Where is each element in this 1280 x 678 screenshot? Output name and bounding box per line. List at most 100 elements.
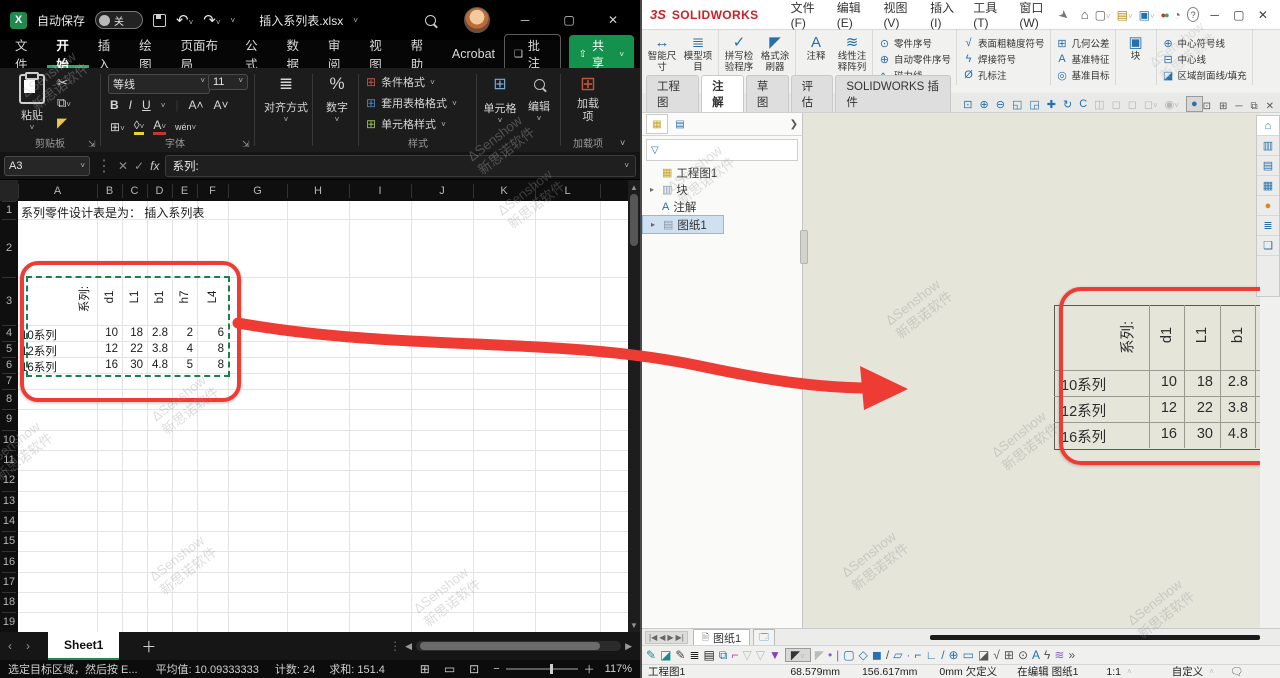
row-header-4[interactable]: 4: [0, 325, 18, 341]
addins-button[interactable]: ⊞ 加载项: [566, 73, 610, 123]
sw-menu-视图(V)[interactable]: 视图(V): [883, 0, 914, 30]
sheet-tab-sheet1-sw[interactable]: 🗎 图纸1: [693, 629, 750, 645]
redraw-icon[interactable]: C: [1079, 98, 1087, 110]
tree-item-图纸1[interactable]: ▸▤图纸1: [642, 215, 724, 234]
surface-check-icon[interactable]: √: [993, 649, 1000, 661]
row-header-5[interactable]: 5: [0, 341, 18, 357]
sw-button-孔标注[interactable]: Ø孔标注: [962, 68, 1045, 82]
diagonal-line-icon[interactable]: /: [886, 649, 889, 661]
sw-menu-窗口(W)[interactable]: 窗口(W): [1019, 0, 1052, 30]
view-cube-iso-icon[interactable]: ◻: [1128, 98, 1137, 111]
column-header-K[interactable]: K: [473, 180, 535, 201]
sw-tab-SOLIDWORKS 插件[interactable]: SOLIDWORKS 插件: [835, 75, 951, 112]
open-icon[interactable]: ▤˅: [1117, 8, 1133, 22]
column-header-A[interactable]: A: [18, 180, 97, 201]
sheet-nav-buttons[interactable]: |◀◀▶▶|: [645, 631, 688, 644]
sw-menu-插入(I)[interactable]: 插入(I): [930, 0, 957, 30]
column-header-D[interactable]: D: [147, 180, 172, 201]
redo-icon[interactable]: ↷˅: [203, 11, 220, 29]
borders-icon[interactable]: ⊞˅: [110, 120, 125, 134]
copy-icon[interactable]: ⧉˅: [57, 96, 71, 109]
row-header-16[interactable]: 16: [0, 551, 18, 571]
row-header-15[interactable]: 15: [0, 531, 18, 551]
scroll-up-icon[interactable]: ▲: [628, 180, 640, 192]
status-scale[interactable]: 1:1: [1106, 666, 1121, 678]
sw-button-零件序号[interactable]: ⊙零件序号: [878, 36, 951, 50]
vertical-scrollbar[interactable]: ▲ ▼: [628, 180, 640, 632]
paste-button[interactable]: 粘贴 ˅: [12, 74, 52, 132]
rotate-view-icon[interactable]: ↻: [1063, 98, 1072, 111]
gtol-frame-icon[interactable]: ⊞: [1004, 649, 1014, 661]
font-dialog-launcher-icon[interactable]: ⇲: [242, 139, 250, 150]
view-palette-icon[interactable]: ▦: [1257, 176, 1279, 196]
sw-button-线性注释阵列[interactable]: ≋线性注释阵列: [837, 34, 867, 81]
doc-minimize-icon[interactable]: ─: [1235, 101, 1242, 112]
column-header-H[interactable]: H: [287, 180, 349, 201]
scroll-down-icon[interactable]: ▼: [628, 621, 640, 630]
style-button-0[interactable]: ⊞条件格式˅: [366, 74, 457, 90]
sw-menu-文件(F)[interactable]: 文件(F): [791, 0, 821, 30]
doc-prev-icon[interactable]: ⊡: [1203, 101, 1211, 112]
sw-button-拼写检验程序[interactable]: ✓拼写检验程序: [724, 34, 754, 81]
sw-button-基准目标[interactable]: ◎基准目标: [1056, 68, 1110, 82]
ribbon-tab-数据[interactable]: 数据: [277, 40, 318, 68]
appearances-icon[interactable]: ●: [1257, 196, 1279, 216]
row-header-7[interactable]: 7: [0, 373, 18, 389]
weld-bead-icon[interactable]: ϟ: [1044, 649, 1050, 661]
row-header-9[interactable]: 9: [0, 409, 18, 429]
doc-next-icon[interactable]: ⊞: [1219, 101, 1227, 112]
prev-sheet-icon[interactable]: ‹: [8, 639, 12, 653]
undo-icon[interactable]: ↶˅: [176, 11, 193, 29]
zoom-level[interactable]: 117%: [605, 663, 632, 675]
help-icon[interactable]: ?: [1187, 7, 1200, 22]
design-library-icon[interactable]: ▥: [1257, 136, 1279, 156]
row-header-6[interactable]: 6: [0, 357, 18, 373]
sw-tab-注解[interactable]: 注解: [701, 75, 744, 112]
ribbon-tab-开始[interactable]: 开始: [47, 40, 88, 68]
ribbon-tab-审阅[interactable]: 审阅: [319, 40, 360, 68]
page-layout-view-icon[interactable]: ▭: [444, 662, 455, 676]
next-sheet-icon[interactable]: ›: [26, 639, 30, 653]
more-chevron-icon[interactable]: »: [1068, 649, 1075, 661]
formula-input[interactable]: 系列:˅: [165, 155, 636, 177]
filter-dim2-icon[interactable]: ▽: [756, 649, 765, 661]
doc-close-icon[interactable]: ✕: [1266, 101, 1274, 112]
ribbon-tab-绘图[interactable]: 绘图: [130, 40, 171, 68]
row-header-19[interactable]: 19: [0, 612, 18, 632]
filter-dim1-icon[interactable]: ▽: [742, 649, 751, 661]
zoom-out-button[interactable]: −: [493, 663, 499, 675]
file-explorer-icon[interactable]: ▤: [1257, 156, 1279, 176]
close-button[interactable]: ✕: [596, 0, 630, 40]
column-header-L[interactable]: L: [535, 180, 600, 201]
alignment-button[interactable]: ≣ 对齐方式˅: [262, 74, 310, 124]
sw-button-基准特征[interactable]: A基准特征: [1056, 52, 1110, 66]
sw-button-中心线[interactable]: ⊟中心线: [1162, 52, 1247, 66]
pan-icon[interactable]: ✚: [1047, 98, 1056, 111]
column-header-I[interactable]: I: [349, 180, 411, 201]
zoom-fit-icon[interactable]: ⊡: [963, 98, 972, 111]
home-icon[interactable]: ⌂: [1257, 116, 1279, 136]
vscroll-thumb[interactable]: [630, 194, 638, 246]
rhombus-icon[interactable]: ◇: [859, 649, 868, 661]
line-color-icon[interactable]: ✎: [646, 649, 656, 661]
tree-filter-box[interactable]: ▽: [646, 139, 798, 161]
line-eraser-icon[interactable]: ◪: [660, 649, 671, 661]
fill-color-icon[interactable]: ◊˅: [134, 118, 145, 135]
magnifier-icon[interactable]: ⊙: [1018, 649, 1028, 661]
insert-function-icon[interactable]: fx: [150, 159, 159, 173]
decrease-font-icon[interactable]: A˅: [214, 98, 229, 112]
sw-button-格式涂刷器[interactable]: ◤格式涂刷器: [760, 34, 790, 81]
panel-splitter-handle[interactable]: [800, 230, 808, 264]
avatar[interactable]: [464, 7, 490, 33]
panel-expand-icon[interactable]: ❯: [790, 119, 798, 130]
sw-button-注释[interactable]: A注释: [801, 34, 831, 81]
save-icon-sw[interactable]: ▣˅: [1139, 8, 1155, 22]
zoom-in-button[interactable]: ＋: [584, 661, 595, 677]
hscroll-thumb[interactable]: [420, 642, 600, 650]
spreadsheet-grid[interactable]: ABCDEFGHIJKL 123456789101112131415161718…: [0, 180, 628, 632]
hscroll-right-icon[interactable]: ▶: [625, 641, 632, 652]
sw-button-自动零件序号[interactable]: ⊕自动零件序号: [878, 52, 951, 66]
save-icon[interactable]: [153, 14, 166, 27]
row-header-1[interactable]: 1: [0, 201, 18, 219]
propertymanager-tab-icon[interactable]: ▤: [670, 115, 690, 133]
